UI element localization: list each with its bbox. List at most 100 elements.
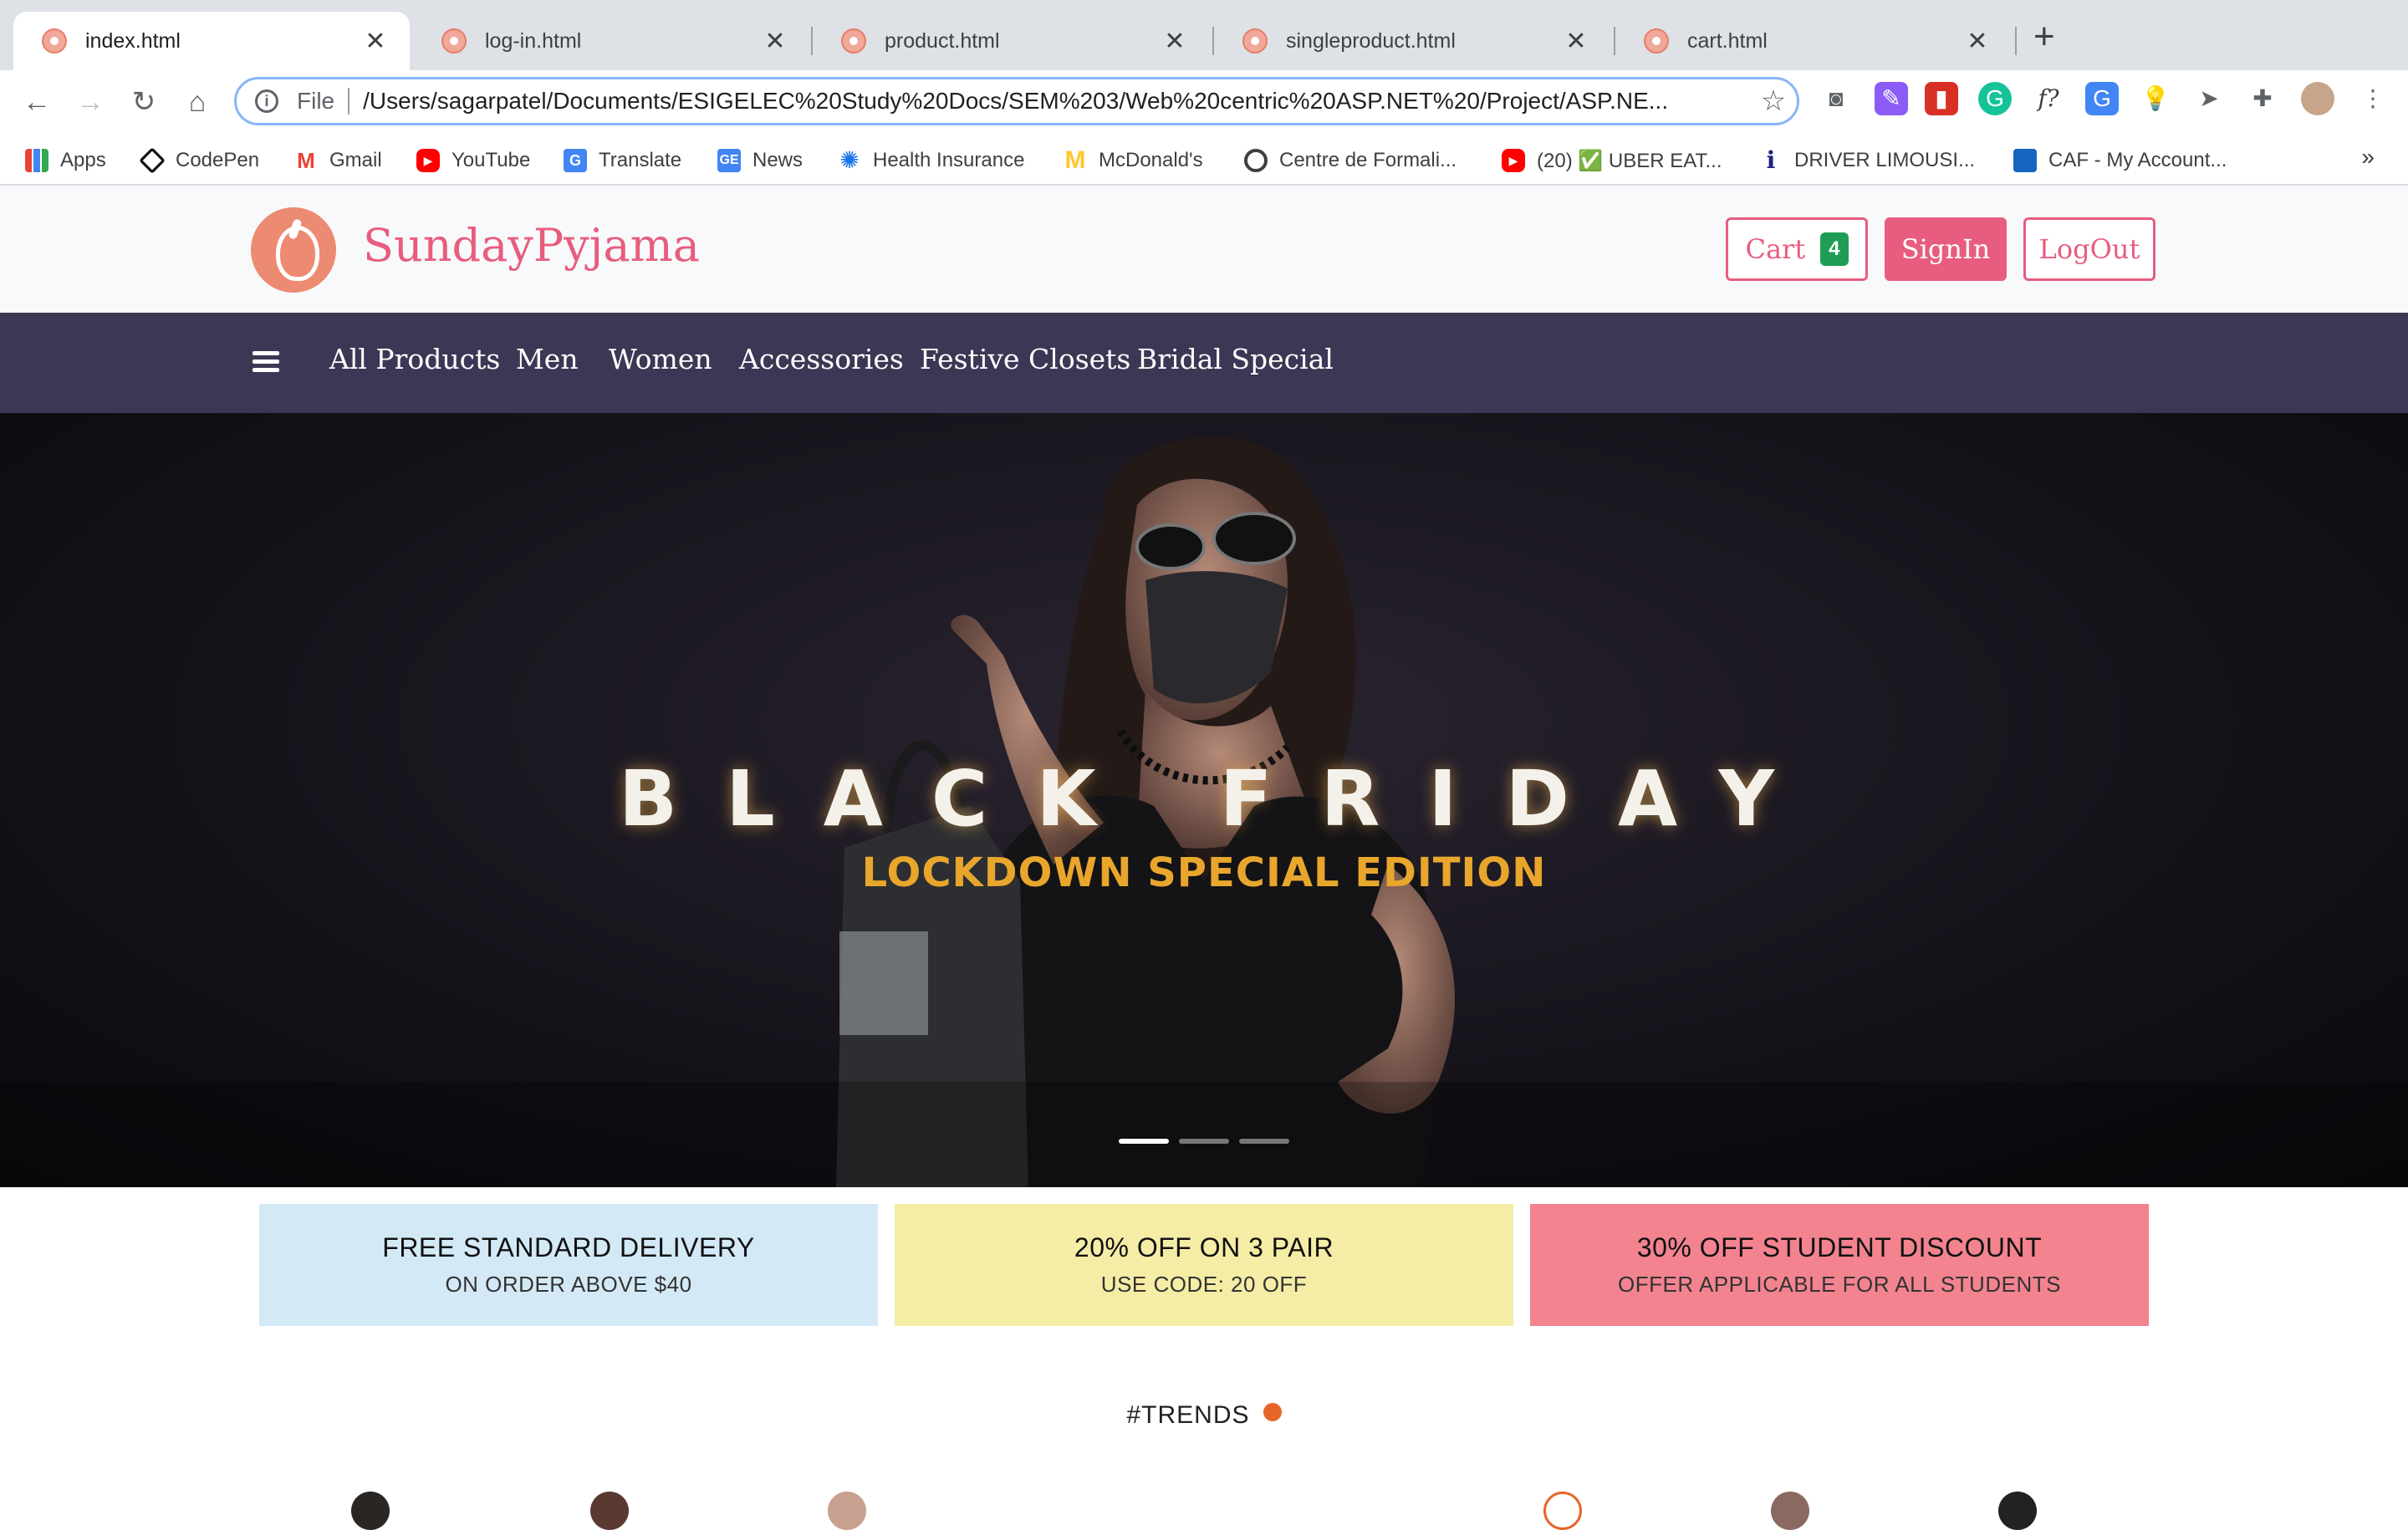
- address-bar[interactable]: i File /Users/sagarpatel/Documents/ESIGE…: [234, 77, 1799, 125]
- promo-subtitle: USE CODE: 20 OFF: [1100, 1272, 1308, 1297]
- health-icon: ✺: [839, 147, 860, 173]
- bookmark-health-insurance[interactable]: ✺ Health Insurance: [838, 144, 1024, 177]
- news-icon: GE: [717, 149, 741, 172]
- site-favicon-icon: [42, 28, 67, 54]
- extensions-puzzle-icon[interactable]: ✚: [2246, 82, 2279, 115]
- back-arrow-icon[interactable]: ←: [18, 84, 55, 120]
- category-nav: All Products Men Women Accessories Festi…: [0, 313, 2408, 413]
- promo-title: 30% OFF STUDENT DISCOUNT: [1636, 1232, 2043, 1262]
- close-tab-icon[interactable]: ✕: [763, 27, 788, 56]
- nav-women[interactable]: Women: [609, 343, 712, 375]
- tab-index[interactable]: index.html ✕: [13, 12, 410, 70]
- bookmark-gmail[interactable]: M Gmail: [294, 144, 382, 177]
- promo-subtitle: ON ORDER ABOVE $40: [445, 1272, 692, 1297]
- bookmark-mcdonalds[interactable]: M McDonald's: [1064, 144, 1203, 177]
- bookmark-label: DRIVER LIMOUSI...: [1794, 149, 1976, 171]
- promo-student-discount: 30% OFF STUDENT DISCOUNT OFFER APPLICABL…: [1530, 1204, 2149, 1326]
- bookmark-star-icon[interactable]: ☆: [1750, 84, 1797, 118]
- bookmark-codepen[interactable]: CodePen: [139, 144, 260, 177]
- site-favicon-icon: [1644, 28, 1669, 54]
- tab-cart[interactable]: cart.html ✕: [1615, 12, 2012, 70]
- profile-avatar-icon[interactable]: [2301, 82, 2334, 115]
- cart-label: Cart: [1745, 233, 1806, 265]
- tab-separator: [2015, 27, 2017, 55]
- trend-avatar[interactable]: [1543, 1492, 1582, 1530]
- bookmark-caf[interactable]: CAF - My Account...: [2013, 144, 2227, 177]
- logout-button[interactable]: LogOut: [2023, 217, 2155, 281]
- tab-title: product.html: [885, 28, 1000, 53]
- trend-avatar[interactable]: [828, 1492, 866, 1530]
- gmail-icon: M: [297, 148, 315, 173]
- bookmark-label: Gmail: [329, 149, 382, 171]
- hero-carousel[interactable]: BLACK FRIDAY LOCKDOWN SPECIAL EDITION: [0, 413, 2408, 1187]
- hero-subtitle: LOCKDOWN SPECIAL EDITION: [861, 849, 1547, 896]
- promo-free-delivery: FREE STANDARD DELIVERY ON ORDER ABOVE $4…: [259, 1204, 878, 1326]
- new-tab-button[interactable]: +: [2033, 18, 2055, 55]
- close-tab-icon[interactable]: ✕: [363, 27, 388, 56]
- nav-festive-closets[interactable]: Festive Closets: [920, 343, 1130, 375]
- nav-all-products[interactable]: All Products: [329, 343, 500, 375]
- reload-icon[interactable]: ↻: [125, 84, 162, 120]
- tab-product[interactable]: product.html ✕: [813, 12, 1209, 70]
- trend-avatar[interactable]: [1771, 1492, 1809, 1530]
- nav-men[interactable]: Men: [516, 343, 579, 375]
- home-icon[interactable]: ⌂: [179, 84, 216, 120]
- site-favicon-icon: [841, 28, 866, 54]
- bookmark-label: CodePen: [176, 149, 260, 171]
- brand-name[interactable]: SundayPyjama: [363, 219, 700, 272]
- tab-title: singleproduct.html: [1286, 28, 1456, 53]
- site-info-icon[interactable]: i: [255, 89, 278, 113]
- rabbit-logo-icon[interactable]: [251, 207, 336, 293]
- camera-extension-icon[interactable]: ◙: [1819, 82, 1853, 115]
- bookmark-translate[interactable]: G Translate: [564, 144, 681, 177]
- close-tab-icon[interactable]: ✕: [1564, 27, 1589, 56]
- cursor-extension-icon[interactable]: ➤: [2192, 82, 2226, 115]
- bookmark-news[interactable]: GE News: [717, 144, 803, 177]
- bookmark-apps[interactable]: Apps: [25, 144, 106, 177]
- trends-label: #TRENDS: [1126, 1401, 1250, 1429]
- codepen-icon: [139, 147, 166, 174]
- red-book-extension-icon[interactable]: ▮: [1925, 82, 1958, 115]
- google-translate-icon[interactable]: G: [2085, 82, 2119, 115]
- bookmark-label: McDonald's: [1099, 149, 1203, 171]
- cart-count-badge: 4: [1820, 232, 1849, 266]
- carousel-indicator-3[interactable]: [1239, 1139, 1289, 1144]
- hero-title: BLACK FRIDAY: [618, 754, 1824, 844]
- nav-accessories[interactable]: Accessories: [739, 343, 904, 375]
- carousel-indicator-1[interactable]: [1119, 1139, 1169, 1144]
- carousel-prev-button[interactable]: [839, 931, 928, 1035]
- bookmark-youtube[interactable]: ▶ YouTube: [416, 144, 530, 177]
- trend-avatar[interactable]: [1998, 1492, 2037, 1530]
- bookmark-centre-de-formalites[interactable]: Centre de Formali...: [1244, 144, 1457, 177]
- signin-button[interactable]: SignIn: [1885, 217, 2007, 281]
- browser-menu-icon[interactable]: ⋮: [2356, 82, 2390, 115]
- close-tab-icon[interactable]: ✕: [1965, 27, 1990, 56]
- tab-singleproduct[interactable]: singleproduct.html ✕: [1214, 12, 1610, 70]
- cart-button[interactable]: Cart 4: [1726, 217, 1868, 281]
- formula-extension-icon[interactable]: f?: [2032, 82, 2065, 115]
- youtube-icon: ▶: [1502, 149, 1525, 172]
- promo-title: 20% OFF ON 3 PAIR: [1074, 1232, 1334, 1262]
- trend-avatar[interactable]: [351, 1492, 390, 1530]
- bookmarks-overflow-icon[interactable]: »: [2361, 144, 2375, 171]
- nav-bridal-special[interactable]: Bridal Special: [1137, 343, 1334, 375]
- hamburger-menu-icon[interactable]: [253, 351, 279, 373]
- grammarly-icon[interactable]: G: [1978, 82, 2012, 115]
- purple-extension-icon[interactable]: ✎: [1875, 82, 1908, 115]
- bookmark-label: YouTube: [452, 149, 531, 171]
- caf-icon: [2013, 149, 2037, 172]
- trend-avatar[interactable]: [590, 1492, 629, 1530]
- carousel-indicator-2[interactable]: [1179, 1139, 1229, 1144]
- trends-heading: #TRENDS: [0, 1401, 2408, 1430]
- bookmark-label: (20) ✅ UBER EAT...: [1537, 149, 1722, 172]
- tab-log-in[interactable]: log-in.html ✕: [413, 12, 809, 70]
- bookmark-driver-limousine[interactable]: i DRIVER LIMOUSI...: [1759, 144, 1975, 177]
- lightbulb-extension-icon[interactable]: 💡: [2139, 82, 2172, 115]
- bookmark-uber-eats[interactable]: ▶ (20) ✅ UBER EAT...: [1502, 144, 1722, 177]
- youtube-icon: ▶: [416, 149, 440, 172]
- close-tab-icon[interactable]: ✕: [1162, 27, 1187, 56]
- forward-arrow-icon[interactable]: →: [72, 84, 109, 120]
- globe-icon: [1244, 149, 1268, 172]
- bookmark-label: News: [752, 149, 804, 171]
- url-text[interactable]: /Users/sagarpatel/Documents/ESIGELEC%20S…: [363, 88, 1750, 115]
